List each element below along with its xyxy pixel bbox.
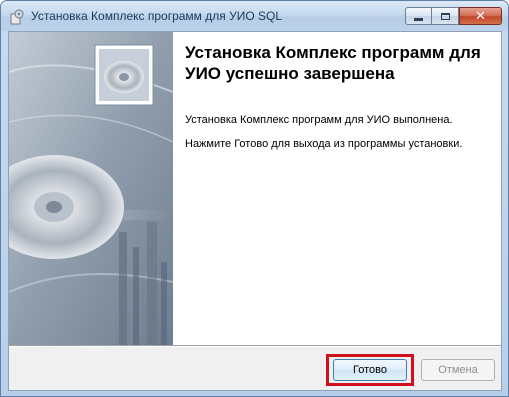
installer-window: Установка Комплекс программ для УИО SQL …	[0, 0, 509, 397]
wizard-content: Установка Комплекс программ для УИО успе…	[173, 32, 501, 345]
finish-button[interactable]: Готово	[333, 359, 407, 381]
wizard-side-image	[9, 32, 173, 345]
button-bar: Готово Отмена	[9, 347, 501, 390]
close-button[interactable]: ✕	[459, 7, 502, 25]
completion-message: Установка Комплекс программ для УИО выпо…	[185, 114, 453, 126]
minimize-icon	[414, 17, 423, 21]
cancel-button[interactable]: Отмена	[421, 359, 495, 381]
instruction-message: Нажмите Готово для выхода из программы у…	[185, 138, 463, 150]
minimize-button[interactable]	[405, 7, 432, 25]
close-icon: ✕	[475, 8, 486, 24]
wizard-client-area: Установка Комплекс программ для УИО успе…	[8, 31, 502, 391]
title-bar[interactable]: Установка Комплекс программ для УИО SQL …	[1, 1, 508, 31]
page-title: Установка Комплекс программ для УИО успе…	[185, 43, 481, 83]
setup-app-icon	[10, 9, 24, 25]
maximize-button[interactable]	[432, 7, 459, 25]
window-title: Установка Комплекс программ для УИО SQL	[31, 9, 283, 23]
maximize-icon	[440, 12, 450, 20]
